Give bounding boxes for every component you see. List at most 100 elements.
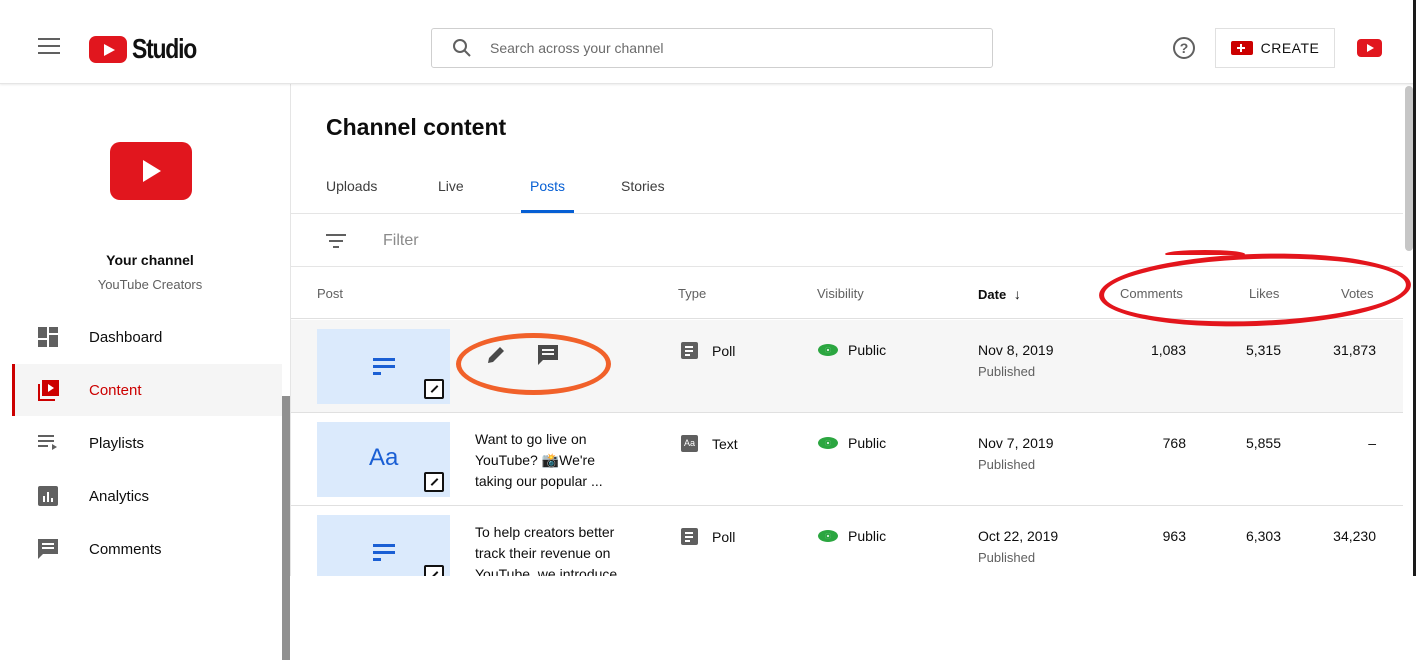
logo-text: Studio — [132, 33, 197, 64]
sidebar-item-label: Dashboard — [89, 328, 163, 346]
post-thumbnail[interactable] — [317, 515, 450, 576]
poll-type-icon — [681, 528, 698, 545]
publish-status: Published — [978, 550, 1036, 565]
tab-posts[interactable]: Posts — [530, 178, 565, 213]
filter-icon[interactable] — [326, 234, 346, 252]
edit-post-icon[interactable] — [424, 472, 444, 492]
date-cell: Oct 22, 2019 Published — [978, 528, 1058, 565]
create-label: CREATE — [1260, 40, 1320, 56]
youtube-account-icon[interactable] — [1357, 39, 1382, 57]
comments-icon — [38, 539, 58, 559]
likes-count: 5,855 — [1245, 435, 1281, 451]
sidebar-item-label: Analytics — [89, 487, 150, 505]
publish-status: Published — [978, 364, 1036, 379]
comments-count: 963 — [1162, 528, 1186, 544]
channel-name: Your channel — [106, 252, 194, 268]
filter-input[interactable]: Filter — [383, 232, 419, 250]
youtube-logo-icon — [89, 35, 127, 63]
poll-icon — [373, 544, 395, 565]
create-button[interactable]: CREATE — [1215, 28, 1335, 68]
visibility-label: Public — [848, 528, 887, 544]
menu-icon[interactable] — [38, 38, 60, 54]
playlists-icon — [38, 435, 57, 450]
visibility-label: Public — [848, 435, 887, 451]
type-cell: Aa Text — [681, 435, 738, 452]
studio-logo[interactable]: Studio — [89, 33, 210, 65]
divider — [291, 213, 1403, 214]
column-visibility[interactable]: Visibility — [817, 286, 864, 301]
visibility-label: Public — [848, 342, 887, 358]
sidebar-item-label: Content — [89, 381, 142, 399]
votes-count: – — [1368, 435, 1376, 451]
page-scrollbar[interactable] — [1405, 86, 1413, 251]
tab-stories[interactable]: Stories — [621, 178, 665, 213]
sidebar-item-comments[interactable]: Comments — [12, 523, 282, 575]
create-video-icon — [1230, 41, 1253, 55]
content-icon — [38, 380, 59, 401]
search-input[interactable] — [490, 40, 950, 56]
sidebar: Your channel YouTube Creators Dashboard … — [0, 84, 291, 660]
main-content: Channel content Uploads Live Posts Stori… — [291, 84, 1411, 576]
edit-post-icon[interactable] — [424, 565, 444, 576]
votes-count: 31,873 — [1333, 342, 1376, 358]
sort-arrow-icon: ↓ — [1013, 286, 1021, 302]
search-box[interactable] — [431, 28, 993, 68]
tab-uploads[interactable]: Uploads — [326, 178, 377, 213]
visibility-cell[interactable]: Public — [818, 528, 886, 544]
poll-icon — [373, 358, 395, 379]
annotation-stroke-red — [1165, 250, 1245, 258]
text-post-icon: Aa — [369, 444, 399, 471]
sidebar-item-label: Playlists — [89, 434, 145, 452]
column-post: Post — [317, 286, 344, 301]
votes-count: 34,230 — [1333, 528, 1376, 544]
text-type-icon: Aa — [681, 435, 698, 452]
sidebar-item-playlists[interactable]: Playlists — [12, 417, 282, 469]
search-icon — [453, 39, 471, 57]
date-value: Oct 22, 2019 — [978, 528, 1059, 544]
dashboard-icon — [38, 327, 58, 347]
likes-count: 5,315 — [1245, 342, 1281, 358]
edit-post-icon[interactable] — [424, 379, 444, 399]
column-date-label: Date — [978, 287, 1007, 302]
date-value: Nov 7, 2019 — [978, 435, 1054, 451]
analytics-icon — [38, 486, 58, 506]
post-thumbnail[interactable]: Aa — [317, 422, 450, 497]
visibility-cell[interactable]: Public — [818, 342, 886, 358]
poll-type-icon — [681, 342, 698, 359]
column-type[interactable]: Type — [678, 286, 706, 301]
type-label: Poll — [712, 528, 736, 545]
sidebar-scrollbar[interactable] — [282, 396, 290, 660]
top-bar: Studio ? CREATE — [0, 0, 1416, 84]
public-eye-icon — [818, 344, 838, 356]
annotation-circle-orange — [456, 333, 611, 395]
post-description[interactable]: Want to go live on YouTube? 📸We're takin… — [475, 429, 635, 495]
tab-live[interactable]: Live — [438, 178, 464, 213]
comments-count: 768 — [1162, 435, 1186, 451]
date-value: Nov 8, 2019 — [978, 342, 1054, 358]
column-date[interactable]: Date ↓ — [978, 286, 1021, 302]
table-row[interactable]: To help creators better track their reve… — [291, 506, 1403, 576]
type-cell: Poll — [681, 528, 735, 545]
date-cell: Nov 8, 2019 Published — [978, 342, 1054, 379]
likes-count: 6,303 — [1245, 528, 1281, 544]
sidebar-item-analytics[interactable]: Analytics — [12, 470, 282, 522]
type-cell: Poll — [681, 342, 735, 359]
sidebar-item-content[interactable]: Content — [12, 364, 282, 416]
date-cell: Nov 7, 2019 Published — [978, 435, 1054, 472]
help-icon[interactable]: ? — [1173, 37, 1195, 59]
type-label: Text — [712, 435, 738, 452]
publish-status: Published — [978, 457, 1036, 472]
post-thumbnail[interactable] — [317, 329, 450, 404]
type-label: Poll — [712, 342, 736, 359]
public-eye-icon — [818, 437, 838, 449]
channel-avatar[interactable] — [110, 142, 192, 200]
comments-count: 1,083 — [1150, 342, 1186, 358]
channel-subtitle: YouTube Creators — [97, 277, 203, 292]
sidebar-item-dashboard[interactable]: Dashboard — [12, 311, 282, 363]
sidebar-item-label: Comments — [89, 540, 162, 558]
page-title: Channel content — [326, 114, 507, 140]
visibility-cell[interactable]: Public — [818, 435, 886, 451]
public-eye-icon — [818, 530, 838, 542]
post-description[interactable]: To help creators better track their reve… — [475, 522, 635, 576]
table-row[interactable]: Aa Want to go live on YouTube? 📸We're ta… — [291, 413, 1403, 506]
